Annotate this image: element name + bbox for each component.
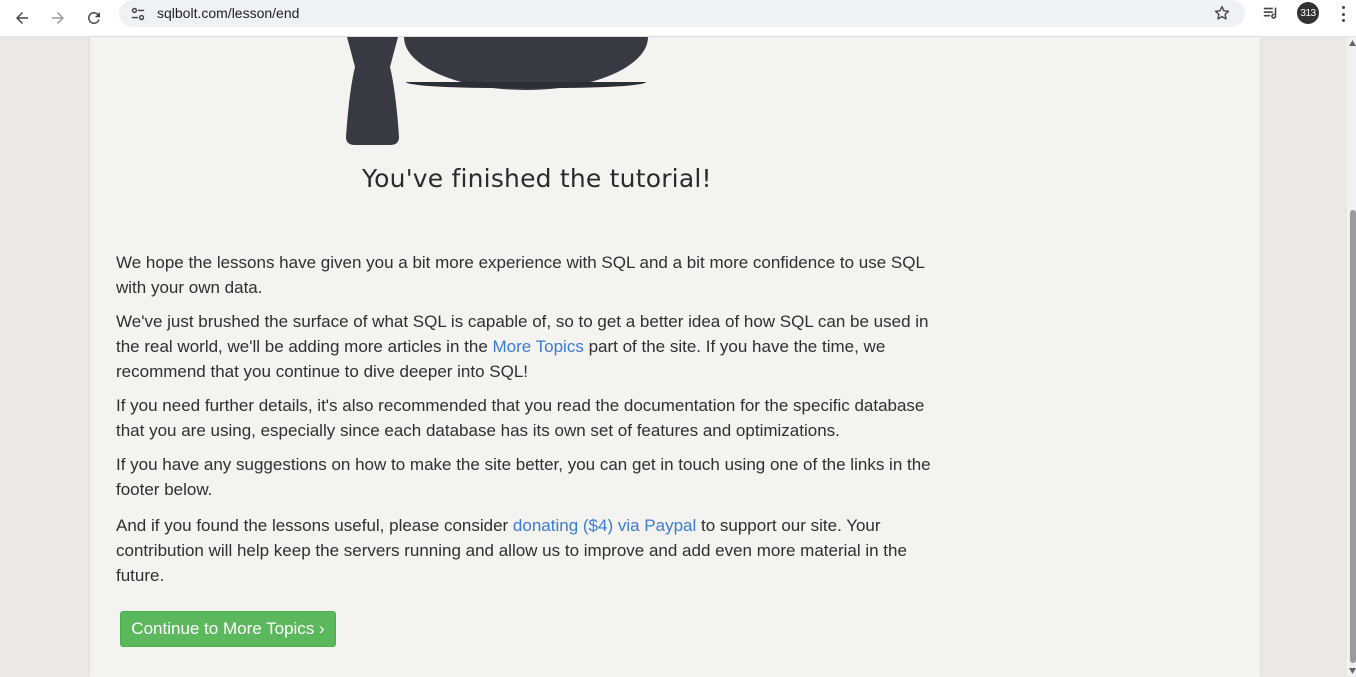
profile-avatar[interactable]: 313 <box>1297 2 1319 24</box>
forward-icon[interactable] <box>44 4 72 32</box>
continue-more-topics-button[interactable]: Continue to More Topics › <box>120 611 336 647</box>
scrollbar-thumb[interactable] <box>1350 210 1356 663</box>
site-info-icon[interactable] <box>129 5 147 23</box>
menu-icon[interactable] <box>1336 4 1350 24</box>
address-bar[interactable]: sqlbolt.com/lesson/end <box>119 0 1245 27</box>
reading-list-icon[interactable] <box>1262 4 1282 24</box>
paragraph-donate: And if you found the lessons useful, ple… <box>116 513 946 588</box>
paragraph-more-topics: We've just brushed the surface of what S… <box>116 309 946 384</box>
donate-paypal-link[interactable]: donating ($4) via Paypal <box>513 516 696 535</box>
reload-icon[interactable] <box>80 4 108 32</box>
star-icon[interactable] <box>1213 4 1231 22</box>
back-icon[interactable] <box>8 4 36 32</box>
paragraph-text: And if you found the lessons useful, ple… <box>116 516 513 535</box>
url-text[interactable]: sqlbolt.com/lesson/end <box>157 5 299 21</box>
browser-toolbar: sqlbolt.com/lesson/end 313 <box>0 0 1356 37</box>
page-title: You've finished the tutorial! <box>362 164 712 193</box>
graduation-cap-icon <box>404 37 648 90</box>
more-topics-link[interactable]: More Topics <box>493 337 584 356</box>
paragraph-suggestions: If you have any suggestions on how to ma… <box>116 455 931 499</box>
scroll-up-icon[interactable] <box>1349 40 1356 46</box>
paragraph-documentation: If you need further details, it's also r… <box>116 396 925 440</box>
graduation-tassel-icon <box>344 37 401 145</box>
scroll-down-icon[interactable] <box>1349 668 1356 674</box>
paragraph-intro: We hope the lessons have given you a bit… <box>116 253 925 297</box>
